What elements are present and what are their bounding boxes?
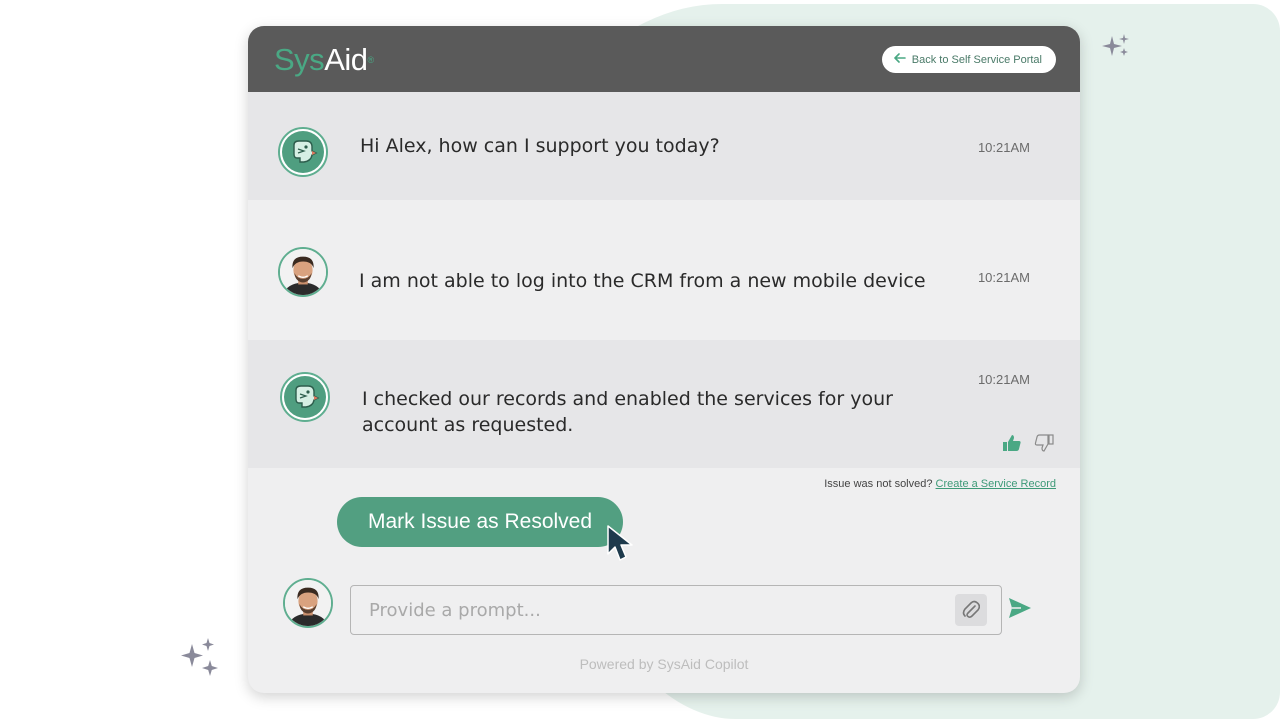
message-line: I checked our records and enabled the se…: [362, 388, 893, 410]
message-text: I checked our records and enabled the se…: [362, 386, 893, 438]
arrow-left-icon: [893, 53, 906, 66]
send-icon[interactable]: [1008, 597, 1032, 623]
chat-window: SysAid® Back to Self Service Portal Hi A…: [248, 26, 1080, 693]
chat-header: SysAid® Back to Self Service Portal: [248, 26, 1080, 92]
mouse-pointer-icon: [606, 524, 638, 568]
back-to-portal-button[interactable]: Back to Self Service Portal: [881, 46, 1056, 73]
user-avatar: [278, 247, 328, 297]
user-avatar: [283, 578, 333, 628]
bot-avatar: [278, 127, 328, 177]
message-time: 10:21AM: [977, 270, 1030, 285]
bot-avatar: [280, 372, 330, 422]
create-service-record-link[interactable]: Create a Service Record: [936, 478, 1056, 490]
prompt-box: [350, 585, 1002, 635]
message-user: I am not able to log into the CRM from a…: [248, 200, 1080, 340]
paperclip-icon[interactable]: [955, 594, 987, 626]
message-text: Hi Alex, how can I support you today?: [360, 135, 720, 157]
prompt-input[interactable]: [367, 586, 931, 634]
bird-bot-icon: [293, 140, 318, 163]
mark-resolved-button[interactable]: Mark Issue as Resolved: [337, 497, 623, 547]
message-text: I am not able to log into the CRM from a…: [359, 270, 926, 292]
not-solved-prompt: Issue was not solved? Create a Service R…: [824, 478, 1056, 490]
powered-by-footer: Powered by SysAid Copilot: [579, 656, 749, 672]
not-solved-text: Issue was not solved?: [824, 478, 933, 490]
sysaid-logo: SysAid®: [274, 42, 374, 77]
message-time: 10:21AM: [977, 372, 1030, 387]
sparkle-icon: [1102, 34, 1132, 62]
message-time: 10:21AM: [977, 140, 1030, 155]
thumbs-up-icon[interactable]: [1002, 434, 1022, 456]
message-bot: Hi Alex, how can I support you today? 10…: [248, 92, 1080, 200]
sparkle-icon: [180, 638, 220, 678]
message-line: account as requested.: [362, 414, 574, 436]
back-button-label: Back to Self Service Portal: [911, 53, 1042, 66]
thumbs-down-icon[interactable]: [1034, 434, 1054, 456]
bird-bot-icon: [295, 385, 320, 408]
feedback-buttons: [1002, 434, 1054, 456]
message-bot: I checked our records and enabled the se…: [248, 340, 1080, 468]
